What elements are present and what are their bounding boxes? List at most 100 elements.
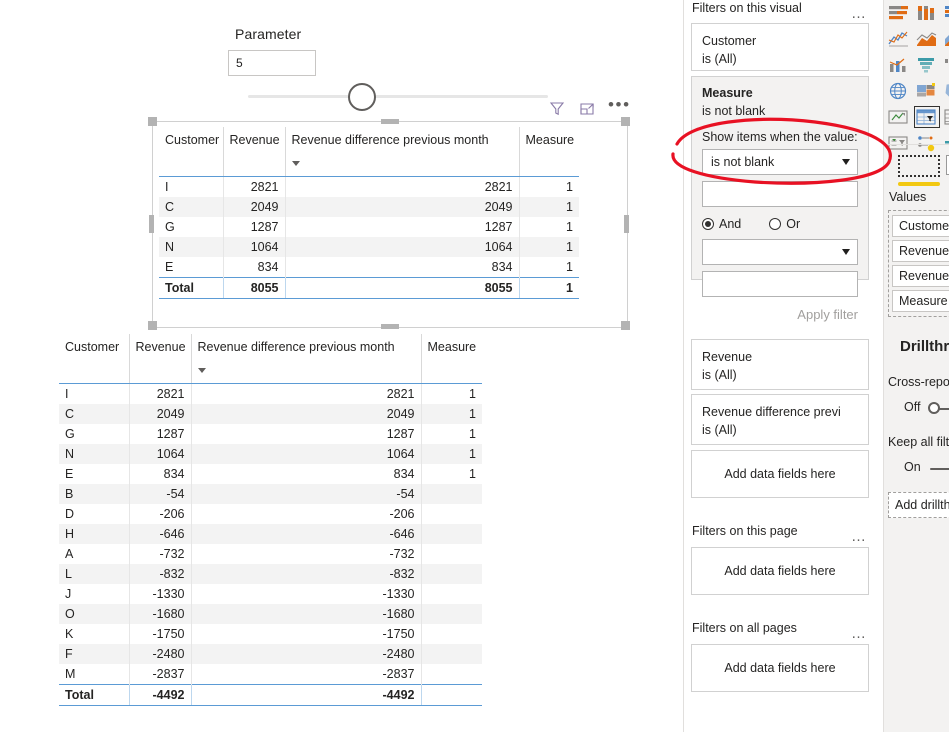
cell-revenue-difference[interactable]: -2837 — [191, 664, 422, 685]
cell-revenue-difference[interactable]: 1287 — [285, 217, 520, 237]
cell-measure[interactable]: 1 — [421, 384, 482, 405]
table-visual-icon[interactable] — [898, 155, 940, 177]
cell-revenue-difference[interactable]: -54 — [191, 484, 422, 504]
chevron-down-icon[interactable] — [842, 159, 850, 165]
cell-revenue[interactable]: 1287 — [223, 217, 286, 237]
cell-measure[interactable] — [421, 604, 482, 624]
column-header-revenue-difference[interactable]: Revenue difference previous month — [285, 127, 520, 177]
column-header-customer[interactable]: Customer — [159, 127, 224, 177]
keep-all-filters-toggle[interactable]: On — [904, 460, 949, 476]
filter-card-revenue[interactable]: Revenue is (All) — [691, 339, 869, 390]
filter-card-measure[interactable]: Measure is not blank Show items when the… — [691, 76, 869, 322]
cell-revenue-difference[interactable]: 2049 — [191, 404, 422, 424]
filter-condition-dropdown[interactable]: is not blank — [702, 149, 858, 175]
cell-customer[interactable]: D — [59, 504, 130, 524]
cell-revenue[interactable]: -2480 — [129, 644, 192, 664]
ribbon-chart-icon[interactable] — [915, 55, 939, 75]
table-row[interactable]: L -832 -832 — [59, 564, 482, 584]
filter-condition-value-input[interactable] — [702, 181, 858, 207]
cell-revenue[interactable]: -54 — [129, 484, 192, 504]
apply-filter-button[interactable]: Apply filter — [702, 307, 858, 322]
column-header-revenue[interactable]: Revenue — [129, 334, 192, 384]
column-header-measure[interactable]: Measure — [519, 127, 579, 177]
filter-card-customer[interactable]: Customer is (All) — [691, 23, 869, 71]
cell-customer[interactable]: G — [159, 217, 224, 237]
table-row[interactable]: I 2821 2821 1 — [159, 176, 579, 198]
cell-revenue[interactable]: -206 — [129, 504, 192, 524]
cell-measure[interactable] — [421, 564, 482, 584]
cell-measure[interactable]: 1 — [421, 424, 482, 444]
cell-customer[interactable]: B — [59, 484, 130, 504]
more-options-icon[interactable]: ••• — [608, 96, 629, 118]
table-row[interactable]: A -732 -732 — [59, 544, 482, 564]
filter-card-revenue-difference[interactable]: Revenue difference previ is (All) — [691, 394, 869, 445]
clustered-bar-chart-icon[interactable] — [943, 3, 949, 23]
cell-revenue-difference[interactable]: -646 — [191, 524, 422, 544]
area-chart-icon[interactable] — [915, 29, 939, 49]
cell-measure[interactable] — [421, 504, 482, 524]
parameter-slider-track[interactable] — [248, 95, 548, 98]
filter-condition2-dropdown[interactable] — [702, 239, 858, 265]
cell-measure[interactable]: 1 — [519, 237, 579, 257]
cell-revenue[interactable]: -732 — [129, 544, 192, 564]
field-pill[interactable]: Revenue — [892, 240, 949, 262]
treemap-icon[interactable] — [915, 81, 939, 101]
table-row[interactable]: E 834 834 1 — [59, 464, 482, 484]
field-pill[interactable]: Measure — [892, 290, 949, 312]
cell-revenue-difference[interactable]: 1287 — [191, 424, 422, 444]
table-row[interactable]: J -1330 -1330 — [59, 584, 482, 604]
cell-revenue-difference[interactable]: -1680 — [191, 604, 422, 624]
radio-or[interactable] — [769, 218, 782, 230]
matrix-icon[interactable] — [943, 107, 949, 127]
cell-revenue-difference[interactable]: 2049 — [285, 197, 520, 217]
slicer-icon[interactable] — [887, 133, 911, 153]
cell-measure[interactable] — [421, 524, 482, 544]
cell-customer[interactable]: N — [59, 444, 130, 464]
table-row[interactable]: N 1064 1064 1 — [159, 237, 579, 257]
parameter-slider-thumb[interactable] — [348, 83, 376, 111]
cell-measure[interactable] — [421, 544, 482, 564]
cell-revenue-difference[interactable]: 2821 — [285, 176, 520, 197]
sort-descending-icon[interactable] — [197, 368, 206, 373]
cell-measure[interactable] — [421, 664, 482, 685]
stacked-column-chart-icon[interactable] — [915, 3, 939, 23]
stacked-area-chart-icon[interactable] — [943, 29, 949, 49]
resize-handle-bottom-center[interactable] — [381, 324, 399, 329]
cell-revenue-difference[interactable]: -732 — [191, 544, 422, 564]
filters-on-this-visual-menu-icon[interactable]: … — [851, 6, 868, 21]
table-row[interactable]: M -2837 -2837 — [59, 664, 482, 685]
cell-measure[interactable]: 1 — [519, 197, 579, 217]
add-data-fields-page-dropzone[interactable]: Add data fields here — [691, 547, 869, 595]
cell-measure[interactable] — [421, 584, 482, 604]
cell-revenue[interactable]: -646 — [129, 524, 192, 544]
cell-measure[interactable]: 1 — [519, 217, 579, 237]
decomposition-tree-icon[interactable] — [943, 133, 949, 153]
stacked-bar-chart-icon[interactable] — [887, 3, 911, 23]
table-row[interactable]: D -206 -206 — [59, 504, 482, 524]
cell-customer[interactable]: O — [59, 604, 130, 624]
waterfall-chart-icon[interactable] — [943, 55, 949, 75]
cell-measure[interactable]: 1 — [519, 177, 579, 198]
filter-icon[interactable] — [548, 100, 566, 118]
cell-customer[interactable]: N — [159, 237, 224, 257]
column-header-customer[interactable]: Customer — [59, 334, 130, 384]
radio-and[interactable] — [702, 218, 714, 230]
field-pill[interactable]: Customer — [892, 215, 949, 237]
cell-measure[interactable] — [421, 624, 482, 644]
cell-measure[interactable]: 1 — [519, 257, 579, 278]
cell-measure[interactable]: 1 — [421, 464, 482, 484]
cell-measure[interactable]: 1 — [421, 444, 482, 464]
cell-customer[interactable]: L — [59, 564, 130, 584]
column-header-revenue[interactable]: Revenue — [223, 127, 286, 177]
cell-measure[interactable]: 1 — [421, 404, 482, 424]
cell-revenue-difference[interactable]: -206 — [191, 504, 422, 524]
add-data-fields-visual-dropzone[interactable]: Add data fields here — [691, 450, 869, 498]
column-header-measure[interactable]: Measure — [421, 334, 482, 384]
filter-condition2-value-input[interactable] — [702, 271, 858, 297]
cross-report-toggle[interactable]: Off — [904, 400, 949, 416]
cell-customer[interactable]: E — [59, 464, 130, 484]
resize-handle-top-center[interactable] — [381, 119, 399, 124]
parameter-value-input[interactable]: 5 — [228, 50, 316, 76]
cell-revenue[interactable]: 2821 — [129, 383, 192, 404]
cell-revenue-difference[interactable]: -1330 — [191, 584, 422, 604]
